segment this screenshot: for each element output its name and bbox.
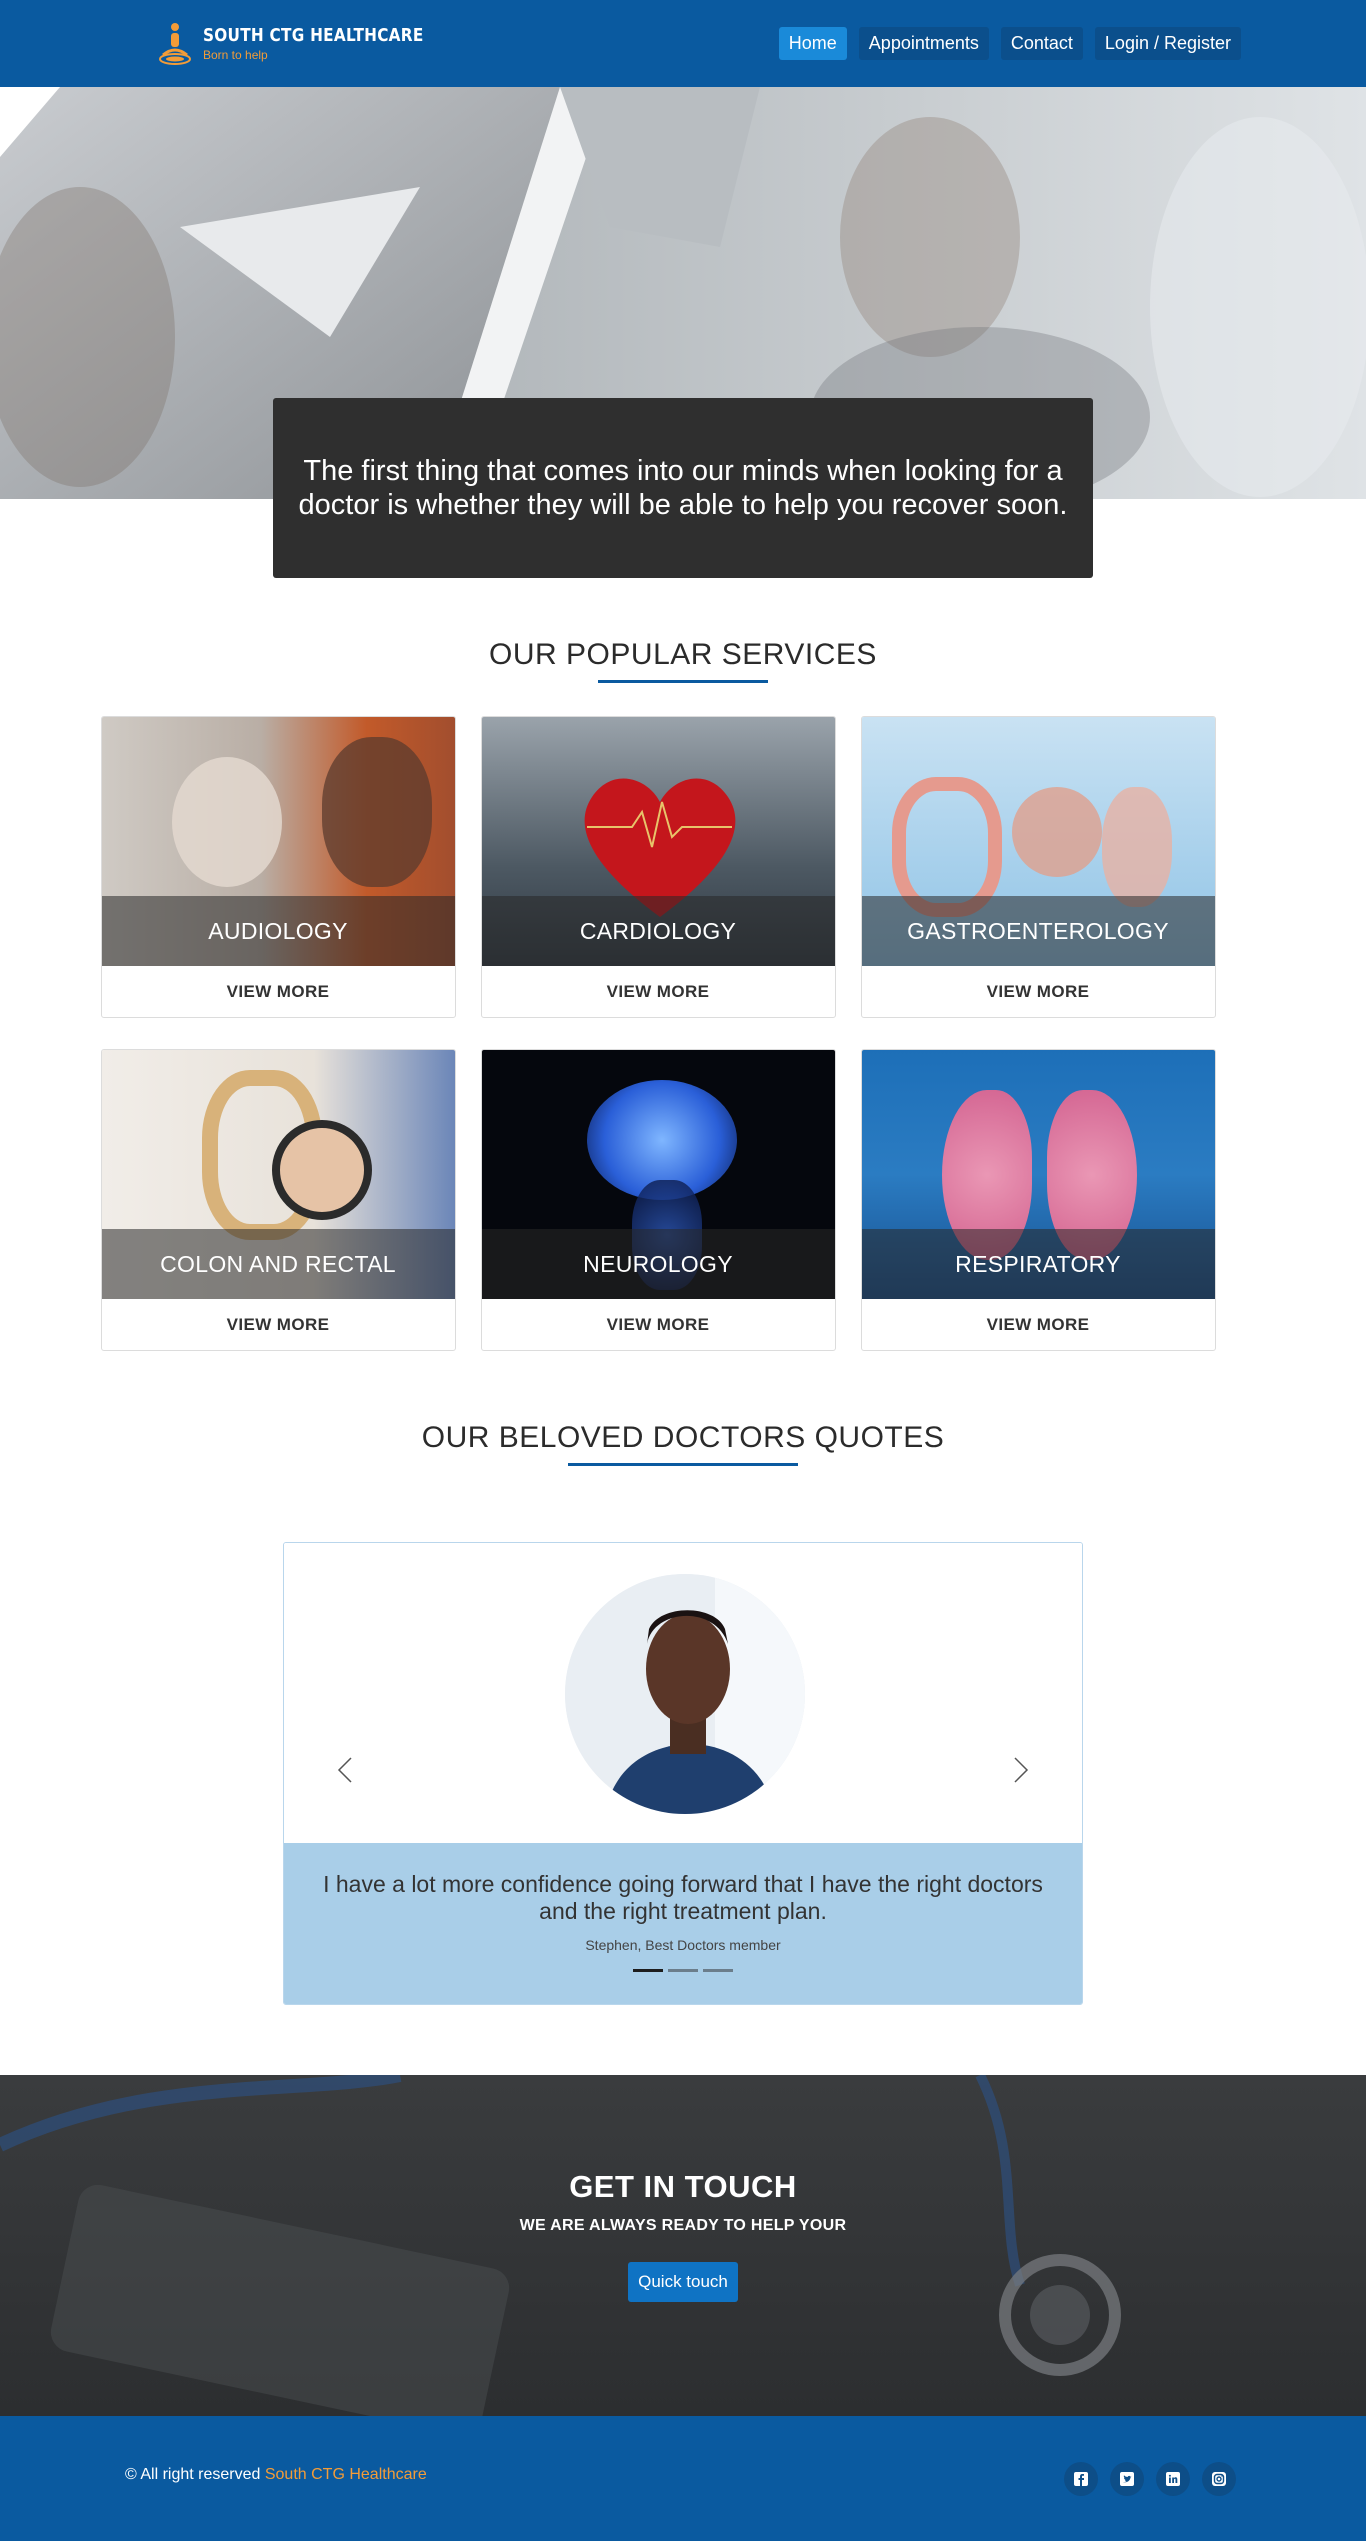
services-section: OUR POPULAR SERVICES AUDIOLOGY VIEW MORE… (0, 499, 1366, 1351)
chevron-left-icon[interactable] (328, 1753, 362, 1787)
hero-banner: The first thing that comes into our mind… (0, 87, 1366, 578)
nav-contact[interactable]: Contact (1000, 27, 1083, 60)
facebook-icon[interactable] (1064, 2461, 1098, 2496)
carousel-indicator[interactable] (703, 1969, 733, 1972)
copyright: © All right reserved South CTG Healthcar… (125, 2466, 427, 2484)
brand[interactable]: SOUTH CTG HEALTHCARE Born to help (157, 21, 462, 67)
brand-tagline: Born to help (203, 48, 268, 62)
instagram-icon[interactable] (1202, 2461, 1236, 2496)
view-more-button[interactable]: VIEW MORE (482, 1299, 835, 1350)
service-card-gastroenterology[interactable]: GASTROENTEROLOGY VIEW MORE (860, 716, 1216, 1018)
hero-caption: The first thing that comes into our mind… (273, 398, 1093, 578)
service-card-colon-and-rectal[interactable]: COLON AND RECTAL VIEW MORE (100, 1049, 456, 1351)
service-image-neurology: NEUROLOGY (481, 1050, 835, 1299)
carousel-indicators (284, 1969, 1082, 1972)
service-label: GASTROENTEROLOGY (861, 896, 1215, 966)
twitter-icon[interactable] (1110, 2461, 1144, 2496)
testimonial-body: I have a lot more confidence going forwa… (284, 1843, 1082, 2004)
service-image-colon-and-rectal: COLON AND RECTAL (101, 1050, 455, 1299)
brand-name: SOUTH CTG HEALTHCARE (203, 25, 424, 46)
view-more-button[interactable]: VIEW MORE (102, 1299, 455, 1350)
nav-login-register[interactable]: Login / Register (1094, 27, 1241, 60)
title-underline (568, 1463, 798, 1466)
service-label: COLON AND RECTAL (101, 1229, 455, 1299)
footer: © All right reserved South CTG Healthcar… (0, 2416, 1366, 2541)
view-more-button[interactable]: VIEW MORE (482, 966, 835, 1017)
meditation-person-icon (157, 21, 193, 67)
service-label: NEUROLOGY (481, 1229, 835, 1299)
service-image-audiology: AUDIOLOGY (101, 717, 455, 966)
service-label: AUDIOLOGY (101, 896, 455, 966)
title-underline (598, 680, 768, 683)
nav-home[interactable]: Home (778, 27, 847, 60)
testimonial-quote: I have a lot more confidence going forwa… (323, 1871, 1043, 1924)
quotes-title: OUR BELOVED DOCTORS QUOTES (421, 1421, 945, 1454)
navbar: SOUTH CTG HEALTHCARE Born to help Home A… (0, 0, 1366, 87)
service-label: RESPIRATORY (861, 1229, 1215, 1299)
copyright-prefix: © All right reserved (125, 2465, 261, 2483)
service-card-audiology[interactable]: AUDIOLOGY VIEW MORE (100, 716, 456, 1018)
carousel-indicator[interactable] (668, 1969, 698, 1972)
copyright-brand-link[interactable]: South CTG Healthcare (265, 2466, 427, 2483)
contact-title: GET IN TOUCH (569, 2169, 797, 2204)
services-grid: AUDIOLOGY VIEW MORE CARDIOLOGY VIEW MORE… (0, 716, 1366, 1351)
service-image-gastroenterology: GASTROENTEROLOGY (861, 717, 1215, 966)
chevron-right-icon[interactable] (1004, 1753, 1038, 1787)
service-card-respiratory[interactable]: RESPIRATORY VIEW MORE (860, 1049, 1216, 1351)
view-more-button[interactable]: VIEW MORE (862, 1299, 1215, 1350)
view-more-button[interactable]: VIEW MORE (102, 966, 455, 1017)
linkedin-icon[interactable] (1156, 2461, 1190, 2496)
testimonial-photo-area (284, 1543, 1082, 1843)
nav-appointments[interactable]: Appointments (858, 27, 989, 60)
brand-text: SOUTH CTG HEALTHCARE Born to help (203, 25, 462, 62)
contact-subtitle: WE ARE ALWAYS READY TO HELP YOUR (519, 2217, 847, 2234)
contact-section: GET IN TOUCH WE ARE ALWAYS READY TO HELP… (0, 2075, 1366, 2416)
service-card-cardiology[interactable]: CARDIOLOGY VIEW MORE (480, 716, 836, 1018)
carousel-indicator[interactable] (633, 1969, 663, 1972)
social-links (1064, 2461, 1236, 2496)
service-image-respiratory: RESPIRATORY (861, 1050, 1215, 1299)
quotes-section: OUR BELOVED DOCTORS QUOTES I have a lot … (0, 1351, 1366, 2005)
contact-content: GET IN TOUCH WE ARE ALWAYS READY TO HELP… (0, 2075, 1366, 2302)
main-nav: Home Appointments Contact Login / Regist… (778, 27, 1241, 60)
service-label: CARDIOLOGY (481, 896, 835, 966)
avatar (565, 1574, 805, 1814)
testimonial-carousel: I have a lot more confidence going forwa… (283, 1542, 1083, 2005)
service-image-cardiology: CARDIOLOGY (481, 717, 835, 966)
testimonial-author: Stephen, Best Doctors member (585, 1937, 781, 1953)
view-more-button[interactable]: VIEW MORE (862, 966, 1215, 1017)
services-title: OUR POPULAR SERVICES (489, 638, 877, 671)
quick-touch-button[interactable]: Quick touch (628, 2262, 738, 2302)
service-card-neurology[interactable]: NEUROLOGY VIEW MORE (480, 1049, 836, 1351)
